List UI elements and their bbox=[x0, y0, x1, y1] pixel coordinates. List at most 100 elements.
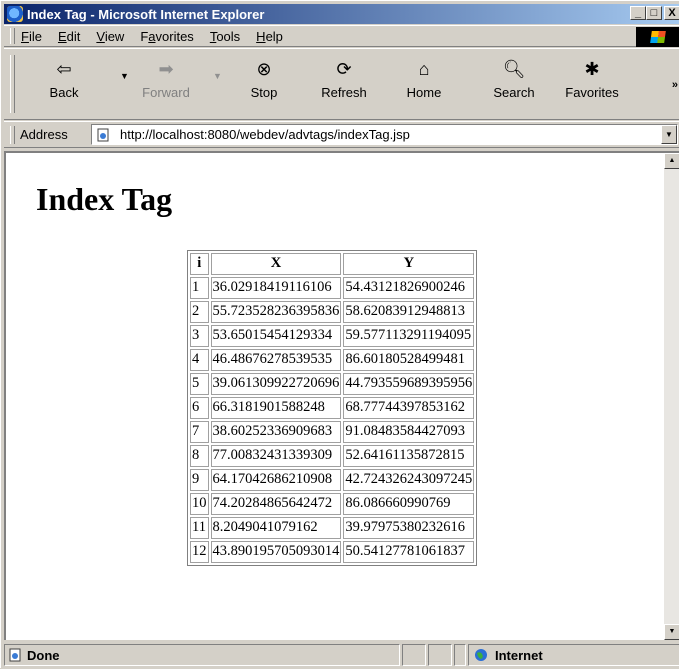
search-icon: 🔍︎ bbox=[502, 59, 526, 79]
minimize-button[interactable]: _ bbox=[630, 6, 646, 20]
window-title: Index Tag - Microsoft Internet Explorer bbox=[27, 6, 265, 22]
internet-globe-icon bbox=[475, 649, 487, 661]
menu-tools[interactable]: Tools bbox=[210, 29, 240, 44]
cell-i: 3 bbox=[190, 325, 209, 347]
address-input[interactable]: http://localhost:8080/webdev/advtags/ind… bbox=[91, 124, 678, 145]
cell-y: 54.43121826900246 bbox=[343, 277, 475, 299]
cell-y: 68.77744397853162 bbox=[343, 397, 475, 419]
forward-dropdown[interactable]: ▼ bbox=[213, 71, 222, 81]
menu-bar: File Edit View Favorites Tools Help bbox=[4, 25, 679, 47]
page-done-icon bbox=[9, 648, 21, 662]
search-button[interactable]: 🔍︎ Search bbox=[488, 55, 540, 113]
cell-x: 55.723528236395836 bbox=[210, 301, 342, 323]
forward-arrow-icon: ➡ bbox=[158, 59, 174, 79]
toolbar-grip[interactable] bbox=[10, 55, 15, 113]
refresh-icon: ⟳ bbox=[336, 59, 352, 79]
table-row: 11 8.2049041079162 39.97975380232616 bbox=[190, 517, 475, 539]
address-grip[interactable] bbox=[10, 126, 15, 144]
status-pane-main: Done bbox=[4, 644, 400, 666]
column-header-x: X bbox=[210, 253, 342, 275]
table-row: 5 39.061309922720696 44.793559689395956 bbox=[190, 373, 475, 395]
cell-y: 59.577113291194095 bbox=[343, 325, 475, 347]
table-header-row: i X Y bbox=[190, 253, 475, 275]
cell-x: 74.20284865642472 bbox=[210, 493, 342, 515]
column-header-y: Y bbox=[343, 253, 475, 275]
cell-x: 46.48676278539535 bbox=[210, 349, 342, 371]
cell-x: 77.00832431339309 bbox=[210, 445, 342, 467]
address-dropdown-button[interactable]: ▼ bbox=[661, 125, 677, 144]
table-row: 2 55.723528236395836 58.62083912948813 bbox=[190, 301, 475, 323]
cell-i: 8 bbox=[190, 445, 209, 467]
forward-button[interactable]: ➡ Forward bbox=[136, 55, 196, 113]
cell-i: 4 bbox=[190, 349, 209, 371]
cell-y: 86.60180528499481 bbox=[343, 349, 475, 371]
cell-i: 6 bbox=[190, 397, 209, 419]
cell-i: 1 bbox=[190, 277, 209, 299]
back-dropdown[interactable]: ▼ bbox=[120, 71, 129, 81]
status-pane-lock bbox=[428, 644, 452, 666]
table-row: 10 74.20284865642472 86.086660990769 bbox=[190, 493, 475, 515]
stop-button[interactable]: ⊗ Stop bbox=[244, 55, 284, 113]
windows-flag-icon bbox=[650, 31, 666, 43]
menu-file[interactable]: File bbox=[21, 29, 42, 44]
menu-edit[interactable]: Edit bbox=[58, 29, 80, 44]
cell-x: 39.061309922720696 bbox=[210, 373, 342, 395]
address-label: Address bbox=[20, 127, 68, 142]
scroll-down-button[interactable]: ▼ bbox=[664, 624, 679, 640]
cell-y: 52.64161135872815 bbox=[343, 445, 475, 467]
cell-x: 36.02918419116106 bbox=[210, 277, 342, 299]
status-pane-zone: Internet bbox=[468, 644, 679, 666]
cell-x: 53.65015454129334 bbox=[210, 325, 342, 347]
cell-i: 2 bbox=[190, 301, 209, 323]
table-row: 3 53.65015454129334 59.577113291194095 bbox=[190, 325, 475, 347]
address-url: http://localhost:8080/webdev/advtags/ind… bbox=[120, 127, 410, 142]
windows-logo bbox=[636, 27, 679, 47]
page-icon bbox=[97, 128, 109, 142]
cell-i: 10 bbox=[190, 493, 209, 515]
menu-help[interactable]: Help bbox=[256, 29, 283, 44]
menu-view[interactable]: View bbox=[96, 29, 124, 44]
cell-i: 9 bbox=[190, 469, 209, 491]
title-bar[interactable]: Index Tag - Microsoft Internet Explorer … bbox=[4, 4, 679, 24]
cell-x: 8.2049041079162 bbox=[210, 517, 342, 539]
vertical-scrollbar[interactable]: ▲ ▼ bbox=[664, 153, 679, 640]
cell-x: 38.60252336909683 bbox=[210, 421, 342, 443]
table-row: 1 36.02918419116106 54.43121826900246 bbox=[190, 277, 475, 299]
status-bar: Done Internet bbox=[4, 642, 679, 669]
maximize-button[interactable]: □ bbox=[646, 6, 662, 20]
cell-i: 11 bbox=[190, 517, 209, 539]
menubar-grip[interactable] bbox=[10, 28, 15, 44]
cell-y: 44.793559689395956 bbox=[343, 373, 475, 395]
address-bar: Address http://localhost:8080/webdev/adv… bbox=[4, 121, 679, 148]
status-text: Done bbox=[27, 648, 60, 663]
cell-x: 64.17042686210908 bbox=[210, 469, 342, 491]
favorites-button[interactable]: ✱ Favorites bbox=[559, 55, 625, 113]
cell-x: 66.3181901588248 bbox=[210, 397, 342, 419]
scroll-up-button[interactable]: ▲ bbox=[664, 153, 679, 169]
favorites-star-icon: ✱ bbox=[584, 59, 600, 79]
page-content[interactable]: Index Tag i X Y 1 36.02918419116106 54.431… bbox=[4, 151, 679, 640]
ie-icon bbox=[7, 6, 23, 22]
table-row: 12 43.890195705093014 50.54127781061837 bbox=[190, 541, 475, 563]
cell-y: 42.724326243097245 bbox=[343, 469, 475, 491]
table-row: 6 66.3181901588248 68.77744397853162 bbox=[190, 397, 475, 419]
standard-toolbar: ⇦ Back ▼ ➡ Forward ▼ ⊗ Stop ⟳ Refresh ⌂ … bbox=[4, 48, 679, 120]
close-button[interactable]: X bbox=[664, 6, 679, 20]
back-button[interactable]: ⇦ Back bbox=[42, 55, 86, 113]
page-heading: Index Tag bbox=[36, 181, 173, 217]
status-pane-progress bbox=[402, 644, 426, 666]
table-row: 9 64.17042686210908 42.724326243097245 bbox=[190, 469, 475, 491]
toolbar-overflow-chevron[interactable]: » bbox=[672, 79, 678, 91]
status-pane-misc bbox=[454, 644, 466, 666]
cell-i: 12 bbox=[190, 541, 209, 563]
cell-y: 91.08483584427093 bbox=[343, 421, 475, 443]
menu-favorites[interactable]: Favorites bbox=[140, 29, 193, 44]
home-button[interactable]: ⌂ Home bbox=[401, 55, 447, 113]
cell-y: 58.62083912948813 bbox=[343, 301, 475, 323]
table-row: 4 46.48676278539535 86.60180528499481 bbox=[190, 349, 475, 371]
cell-y: 39.97975380232616 bbox=[343, 517, 475, 539]
browser-window: Index Tag - Microsoft Internet Explorer … bbox=[0, 0, 679, 668]
index-table: i X Y 1 36.02918419116106 54.4312182690024… bbox=[187, 250, 478, 566]
refresh-button[interactable]: ⟳ Refresh bbox=[316, 55, 372, 113]
cell-y: 86.086660990769 bbox=[343, 493, 475, 515]
